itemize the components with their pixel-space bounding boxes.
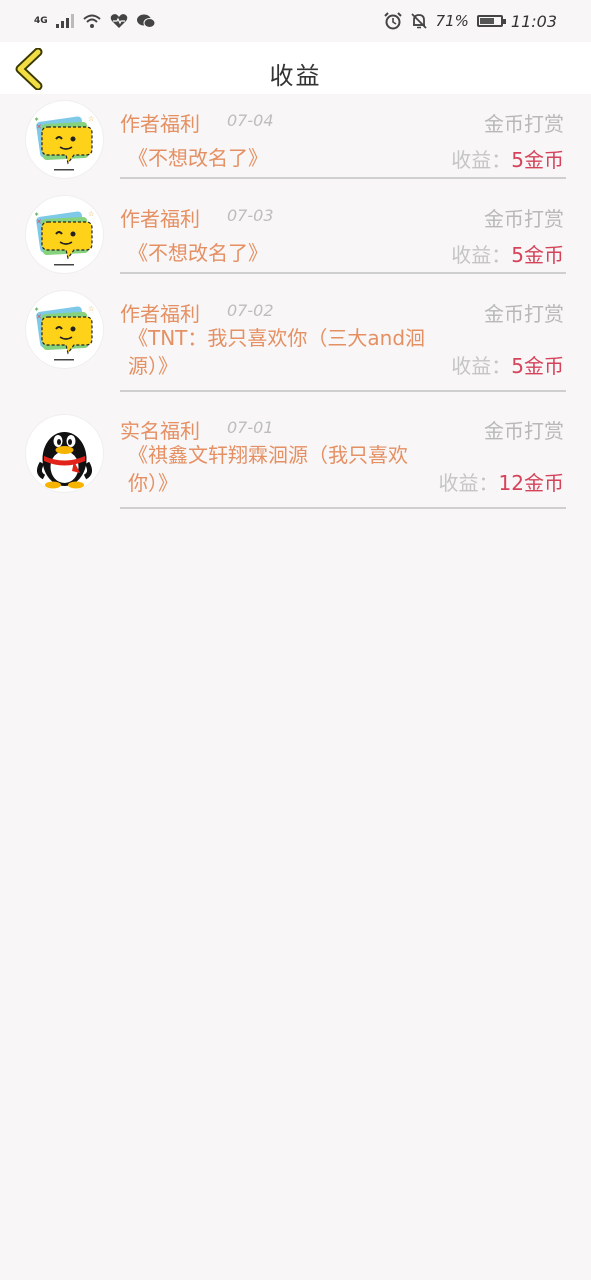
mute-bell-icon [410, 13, 427, 29]
earnings-value: 12金币 [498, 471, 564, 495]
item-content: 作者福利 07-02 金币打赏 《TNT：我只喜欢你（三大and洄源）》 收益：… [120, 284, 566, 392]
emoji-chat-bubble-icon: ✕ ☆ ∗ [34, 305, 94, 361]
item-content: 实名福利 07-01 金币打赏 《祺鑫文轩翔霖洄源（我只喜欢你）》 收益：12金… [120, 401, 566, 509]
list-item[interactable]: ✕ ☆ ∗ 作者福利 07-04 金币打赏 《不想改名了》 收益：5金币 [0, 94, 591, 189]
earnings-label: 收益： [451, 243, 512, 267]
svg-text:☆: ☆ [88, 305, 94, 313]
battery-percent: 71% [435, 12, 469, 30]
svg-text:∗: ∗ [34, 211, 39, 218]
clock-time: 11:03 [510, 11, 557, 31]
avatar [26, 415, 103, 492]
signal-icon [55, 14, 74, 28]
alarm-icon [383, 12, 402, 30]
reward-type: 作者福利 [120, 302, 200, 326]
battery-icon [476, 15, 506, 27]
emoji-chat-bubble-icon: ✕ ☆ ∗ [34, 115, 94, 171]
item-date: 07-04 [227, 111, 274, 130]
svg-text:∗: ∗ [34, 306, 39, 313]
list-item[interactable]: ✕ ☆ ∗ 作者福利 07-03 金币打赏 《不想改名了》 收益：5金币 [0, 189, 591, 284]
item-header-row: 作者福利 07-03 金币打赏 [120, 203, 566, 231]
item-header-row: 作者福利 07-04 金币打赏 [120, 108, 566, 136]
earnings-list: ✕ ☆ ∗ 作者福利 07-04 金币打赏 《不想改名了》 收益：5金币 ✕ ☆… [0, 94, 591, 518]
earnings: 收益：5金币 [451, 239, 564, 268]
reward-kind: 金币打赏 [484, 302, 564, 326]
nav-header: 收益 [0, 42, 591, 94]
page-title: 收益 [269, 62, 322, 90]
avatar: ✕ ☆ ∗ [26, 291, 103, 368]
item-header-row: 作者福利 07-02 金币打赏 [120, 298, 566, 326]
earnings: 收益：5金币 [451, 144, 564, 173]
svg-text:✕: ✕ [36, 123, 42, 131]
avatar: ✕ ☆ ∗ [26, 196, 103, 273]
svg-text:✕: ✕ [36, 218, 42, 226]
book-title: 《不想改名了》 [128, 241, 268, 265]
earnings-value: 5金币 [511, 148, 564, 172]
network-type: 4G [34, 15, 48, 26]
avatar: ✕ ☆ ∗ [26, 101, 103, 178]
reward-type: 作者福利 [120, 207, 200, 231]
reward-kind: 金币打赏 [484, 207, 564, 231]
earnings-value: 5金币 [511, 243, 564, 267]
reward-kind: 金币打赏 [484, 112, 564, 136]
item-date: 07-03 [227, 206, 274, 225]
list-item[interactable]: 实名福利 07-01 金币打赏 《祺鑫文轩翔霖洄源（我只喜欢你）》 收益：12金… [0, 401, 591, 518]
earnings: 收益：5金币 [451, 350, 564, 379]
earnings-label: 收益： [451, 148, 512, 172]
book-title: 《祺鑫文轩翔霖洄源（我只喜欢你）》 [128, 443, 408, 495]
item-content: 作者福利 07-04 金币打赏 《不想改名了》 收益：5金币 [120, 94, 566, 179]
book-title: 《TNT：我只喜欢你（三大and洄源）》 [128, 326, 426, 378]
list-item[interactable]: ✕ ☆ ∗ 作者福利 07-02 金币打赏 《TNT：我只喜欢你（三大and洄源… [0, 284, 591, 401]
item-date: 07-01 [227, 418, 274, 437]
book-title: 《不想改名了》 [128, 146, 268, 170]
svg-text:∗: ∗ [34, 116, 39, 123]
wechat-icon [136, 14, 156, 28]
earnings: 收益：12金币 [439, 467, 564, 496]
reward-type: 实名福利 [120, 419, 200, 443]
svg-text:☆: ☆ [88, 210, 94, 218]
reward-kind: 金币打赏 [484, 419, 564, 443]
item-date: 07-02 [227, 301, 274, 320]
svg-text:✕: ✕ [36, 313, 42, 321]
status-left: 4G [0, 13, 156, 29]
status-bar: 4G 71% 11:03 [0, 0, 591, 42]
earnings-value: 5金币 [511, 354, 564, 378]
item-content: 作者福利 07-03 金币打赏 《不想改名了》 收益：5金币 [120, 189, 566, 274]
earnings-label: 收益： [451, 354, 512, 378]
item-header-row: 实名福利 07-01 金币打赏 [120, 415, 566, 443]
reward-type: 作者福利 [120, 112, 200, 136]
status-right: 71% 11:03 [383, 11, 591, 31]
qq-penguin-icon [36, 432, 93, 489]
earnings-label: 收益： [438, 471, 499, 495]
wifi-icon [82, 14, 101, 28]
health-heart-icon [110, 14, 127, 28]
svg-text:☆: ☆ [88, 115, 94, 123]
emoji-chat-bubble-icon: ✕ ☆ ∗ [34, 210, 94, 266]
